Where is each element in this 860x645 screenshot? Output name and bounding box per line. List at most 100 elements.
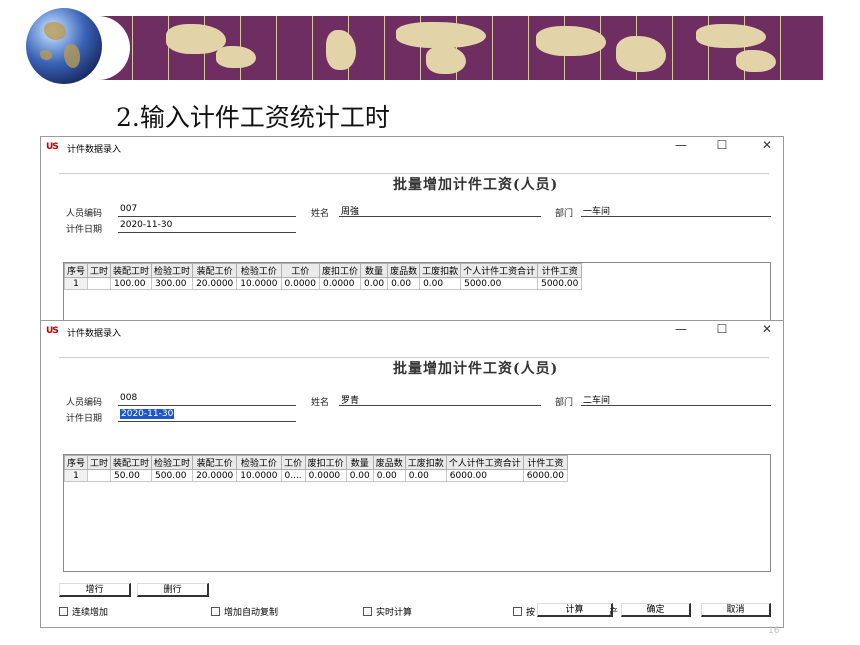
- table-cell[interactable]: 20.0000: [192, 469, 238, 482]
- maximize-icon[interactable]: ☐: [712, 322, 732, 336]
- column-header[interactable]: 检验工价: [236, 455, 282, 470]
- name-field[interactable]: 周強: [339, 204, 541, 217]
- table-row[interactable]: 1 50.00 500.00 20.0000 10.0000 0.... 0.0000 0.0…: [63, 469, 569, 482]
- ok-button[interactable]: 确定: [621, 603, 691, 617]
- column-header[interactable]: 工废扣款: [419, 263, 462, 278]
- column-header[interactable]: 数量: [360, 263, 389, 278]
- table-cell[interactable]: 0.00: [404, 469, 447, 482]
- column-header[interactable]: 检验工时: [151, 455, 194, 470]
- table-cell[interactable]: [87, 469, 112, 482]
- column-header[interactable]: 个人计件工资合计: [460, 263, 539, 278]
- table-cell[interactable]: 0.00: [419, 277, 462, 290]
- dept-field[interactable]: 一车间: [581, 204, 771, 217]
- dept-field[interactable]: 二车间: [581, 393, 771, 406]
- column-header[interactable]: 序号: [63, 455, 89, 470]
- column-header[interactable]: 装配工时: [110, 455, 153, 470]
- table-cell[interactable]: 0.00: [360, 277, 389, 290]
- calculate-button[interactable]: 计算: [537, 603, 613, 617]
- name-field[interactable]: 罗青: [339, 393, 541, 406]
- table-cell[interactable]: 6000.00: [445, 469, 524, 482]
- minimize-icon[interactable]: —: [671, 138, 691, 152]
- table-cell[interactable]: 0....: [280, 469, 306, 482]
- table-cell[interactable]: 0.0000: [280, 277, 320, 290]
- table-cell[interactable]: 5000.00: [537, 277, 583, 290]
- title-bar: US 计件数据录入 — ☐ ✕: [41, 137, 783, 157]
- table-cell[interactable]: 0.00: [387, 277, 421, 290]
- banner-landmass: [736, 50, 776, 72]
- continuous-add-checkbox[interactable]: 连续增加: [59, 605, 108, 618]
- table-cell[interactable]: 0.0000: [304, 469, 347, 482]
- column-header[interactable]: 废品数: [387, 263, 421, 278]
- column-header[interactable]: 检验工价: [236, 263, 282, 278]
- banner-grid-line: [312, 16, 313, 80]
- table-cell[interactable]: 50.00: [110, 469, 153, 482]
- table-cell[interactable]: 10.0000: [236, 469, 282, 482]
- add-row-button[interactable]: 增行: [59, 583, 131, 597]
- column-header[interactable]: 数量: [345, 455, 374, 470]
- minimize-icon[interactable]: —: [671, 322, 691, 336]
- table-cell[interactable]: 1: [63, 277, 89, 290]
- table-cell[interactable]: [87, 277, 112, 290]
- table-cell[interactable]: 0.0000: [318, 277, 362, 290]
- table-cell[interactable]: 10.0000: [236, 277, 282, 290]
- column-header[interactable]: 计件工资: [522, 455, 569, 470]
- column-header[interactable]: 装配工价: [192, 263, 238, 278]
- table-cell[interactable]: 6000.00: [522, 469, 569, 482]
- column-header[interactable]: 废扣工价: [304, 455, 347, 470]
- table-cell[interactable]: 100.00: [110, 277, 153, 290]
- table-cell[interactable]: 1: [63, 469, 89, 482]
- banner-grid-line: [672, 16, 673, 80]
- column-header[interactable]: 工时: [87, 263, 112, 278]
- date-field[interactable]: 2020-11-30: [118, 220, 296, 233]
- table-cell[interactable]: 500.00: [151, 469, 194, 482]
- window-title: 计件数据录入: [67, 145, 122, 155]
- banner-grid-line: [528, 16, 529, 80]
- close-icon[interactable]: ✕: [757, 138, 777, 152]
- column-header[interactable]: 个人计件工资合计: [445, 455, 524, 470]
- piece-grid[interactable]: 序号 工时 装配工时 检验工时 装配工价 检验工价 工价 废扣工价 数量 废品数 工废扣款 个人计件工…: [63, 454, 771, 572]
- column-header[interactable]: 工价: [280, 455, 306, 470]
- banner-grid-line: [492, 16, 493, 80]
- maximize-icon[interactable]: ☐: [712, 138, 732, 152]
- dept-label: 部门: [555, 398, 574, 408]
- banner-grid-line: [132, 16, 133, 80]
- delete-row-button[interactable]: 删行: [137, 583, 209, 597]
- table-row[interactable]: 1 100.00 300.00 20.0000 10.0000 0.0000 0.0000 0…: [63, 277, 583, 290]
- table-cell[interactable]: 300.00: [151, 277, 194, 290]
- column-header[interactable]: 废扣工价: [318, 263, 362, 278]
- piece-grid[interactable]: 序号 工时 装配工时 检验工时 装配工价 检验工价 工价 废扣工价 数量 废品数 工废扣款 个人计件工…: [63, 262, 771, 324]
- calc-mode-checkbox[interactable]: 按: [513, 605, 535, 618]
- name-label: 姓名: [311, 209, 330, 219]
- table-cell[interactable]: 0.00: [372, 469, 406, 482]
- column-header[interactable]: 废品数: [372, 455, 406, 470]
- code-field[interactable]: 007: [118, 204, 296, 217]
- column-header[interactable]: 计件工资: [537, 263, 583, 278]
- column-header[interactable]: 装配工价: [192, 455, 238, 470]
- table-cell[interactable]: 5000.00: [460, 277, 539, 290]
- checkbox-label: 连续增加: [72, 608, 109, 618]
- column-header[interactable]: 检验工时: [151, 263, 194, 278]
- column-header[interactable]: 工废扣款: [404, 455, 447, 470]
- close-icon[interactable]: ✕: [757, 322, 777, 336]
- banner-landmass: [326, 30, 356, 70]
- dept-label: 部门: [555, 209, 574, 219]
- checkbox-label: 增加自动复制: [224, 608, 279, 618]
- realtime-calc-checkbox[interactable]: 实时计算: [363, 605, 412, 618]
- column-header[interactable]: 工时: [87, 455, 112, 470]
- code-field[interactable]: 008: [118, 393, 296, 406]
- cancel-button[interactable]: 取消: [701, 603, 771, 617]
- date-label: 计件日期: [66, 414, 103, 424]
- table-cell[interactable]: 0.00: [345, 469, 374, 482]
- banner-grid-line: [276, 16, 277, 80]
- banner-landmass: [696, 24, 766, 48]
- column-header[interactable]: 工价: [280, 263, 320, 278]
- auto-copy-checkbox[interactable]: 增加自动复制: [211, 605, 278, 618]
- checkbox-box: [211, 607, 220, 616]
- date-field[interactable]: 2020-11-30: [118, 409, 296, 422]
- table-cell[interactable]: 20.0000: [192, 277, 238, 290]
- column-header[interactable]: 装配工时: [110, 263, 153, 278]
- form-title: 批量增加计件工资(人员): [393, 361, 559, 377]
- banner-map: [96, 16, 823, 80]
- code-label: 人员编码: [66, 209, 103, 219]
- column-header[interactable]: 序号: [63, 263, 89, 278]
